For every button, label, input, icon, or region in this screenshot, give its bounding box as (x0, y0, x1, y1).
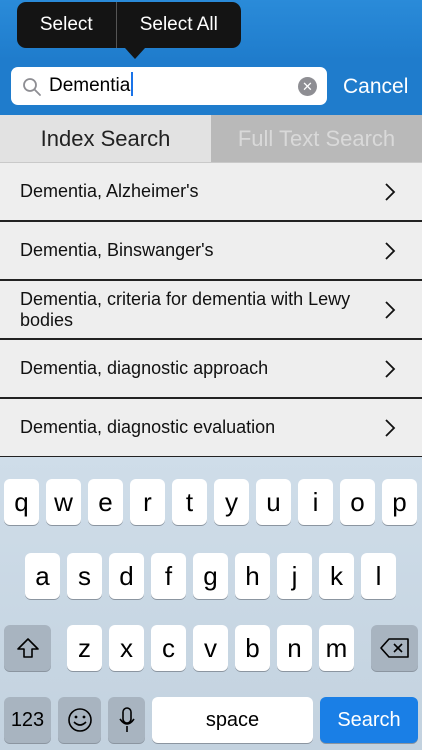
clear-icon[interactable]: ✕ (298, 77, 317, 96)
key-k[interactable]: k (319, 553, 354, 599)
edit-menu-pointer (125, 48, 145, 59)
numbers-key[interactable]: 123 (4, 697, 51, 743)
key-x[interactable]: x (109, 625, 144, 671)
key-e[interactable]: e (88, 479, 123, 525)
key-y[interactable]: y (214, 479, 249, 525)
list-item[interactable]: Dementia, diagnostic evaluation (0, 399, 422, 458)
key-j[interactable]: j (277, 553, 312, 599)
tab-index-search[interactable]: Index Search (0, 115, 211, 162)
key-u[interactable]: u (256, 479, 291, 525)
chevron-right-icon (385, 359, 396, 378)
key-p[interactable]: p (382, 479, 417, 525)
key-t[interactable]: t (172, 479, 207, 525)
select-menu-item[interactable]: Select (17, 2, 116, 48)
edit-menu: Select Select All (17, 2, 241, 59)
keyboard-row-1: q w e r t y u i o p (0, 479, 422, 525)
key-w[interactable]: w (46, 479, 81, 525)
key-b[interactable]: b (235, 625, 270, 671)
keyboard-row-2: a s d f g h j k l (0, 553, 422, 599)
search-input[interactable]: Dementia ✕ (11, 67, 327, 105)
search-input-value: Dementia (49, 71, 134, 97)
key-z[interactable]: z (67, 625, 102, 671)
chevron-right-icon (385, 300, 396, 319)
keyboard-row-4: 123 space Search (0, 697, 422, 743)
search-mode-tabs: Index Search Full Text Search (0, 115, 422, 163)
results-list: Dementia, Alzheimer's Dementia, Binswang… (0, 163, 422, 458)
cancel-button[interactable]: Cancel (343, 75, 408, 99)
list-item-label: Dementia, diagnostic approach (20, 358, 269, 378)
key-v[interactable]: v (193, 625, 228, 671)
backspace-icon (379, 638, 409, 658)
search-icon (23, 78, 41, 96)
key-a[interactable]: a (25, 553, 60, 599)
text-cursor (131, 71, 134, 96)
space-key[interactable]: space (152, 697, 313, 743)
key-f[interactable]: f (151, 553, 186, 599)
key-m[interactable]: m (319, 625, 354, 671)
shift-icon (16, 638, 39, 658)
chevron-right-icon (385, 182, 396, 201)
search-bar: Dementia ✕ Cancel (0, 60, 422, 115)
microphone-icon (118, 707, 135, 732)
key-h[interactable]: h (235, 553, 270, 599)
list-item-label: Dementia, diagnostic evaluation (20, 417, 276, 437)
dictation-key[interactable] (108, 697, 145, 743)
list-item-label: Dementia, criteria for dementia with Lew… (20, 288, 351, 330)
keyboard: q w e r t y u i o p a s d f g h j k l z … (0, 457, 422, 750)
emoji-icon (67, 708, 92, 732)
key-s[interactable]: s (67, 553, 102, 599)
key-o[interactable]: o (340, 479, 375, 525)
keyboard-row-3: z x c v b n m (0, 625, 422, 671)
tab-full-text-search[interactable]: Full Text Search (211, 115, 422, 162)
key-r[interactable]: r (130, 479, 165, 525)
key-g[interactable]: g (193, 553, 228, 599)
chevron-right-icon (385, 418, 396, 437)
list-item-label: Dementia, Alzheimer's (20, 181, 199, 201)
list-item-label: Dementia, Binswanger's (20, 240, 214, 260)
chevron-right-icon (385, 241, 396, 260)
key-l[interactable]: l (361, 553, 396, 599)
list-item[interactable]: Dementia, Alzheimer's (0, 163, 422, 222)
select-all-menu-item[interactable]: Select All (117, 2, 241, 48)
key-d[interactable]: d (109, 553, 144, 599)
key-c[interactable]: c (151, 625, 186, 671)
delete-key[interactable] (371, 625, 418, 671)
list-item[interactable]: Dementia, criteria for dementia with Lew… (0, 281, 422, 340)
shift-key[interactable] (4, 625, 51, 671)
emoji-key[interactable] (58, 697, 101, 743)
list-item[interactable]: Dementia, Binswanger's (0, 222, 422, 281)
key-q[interactable]: q (4, 479, 39, 525)
search-key[interactable]: Search (320, 697, 418, 743)
key-i[interactable]: i (298, 479, 333, 525)
key-n[interactable]: n (277, 625, 312, 671)
list-item[interactable]: Dementia, diagnostic approach (0, 340, 422, 399)
